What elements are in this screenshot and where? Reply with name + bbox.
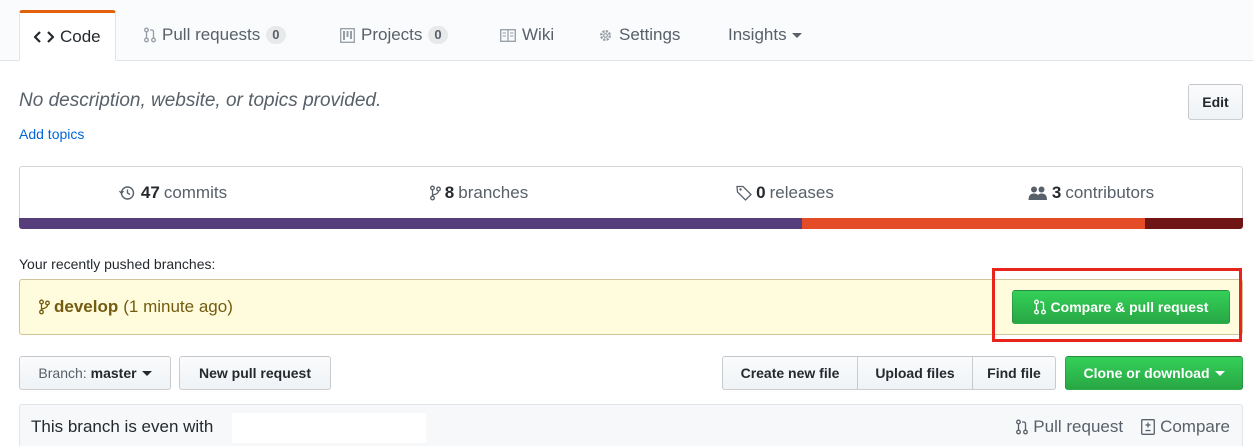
tag-icon bbox=[736, 185, 753, 201]
branch-prefix-label: Branch: bbox=[38, 365, 87, 381]
gear-icon bbox=[598, 28, 613, 43]
branch-select-button[interactable]: Branch: master bbox=[19, 356, 171, 390]
history-icon bbox=[118, 185, 135, 201]
clone-download-label: Clone or download bbox=[1083, 365, 1210, 381]
clone-download-button[interactable]: Clone or download bbox=[1065, 356, 1243, 390]
code-icon bbox=[34, 30, 54, 44]
branches-count: 8 bbox=[444, 183, 455, 202]
projects-counter: 0 bbox=[428, 26, 448, 44]
pull-requests-counter: 0 bbox=[266, 26, 286, 44]
tab-settings-label: Settings bbox=[619, 25, 681, 44]
add-topics-link[interactable]: Add topics bbox=[19, 126, 84, 142]
diff-icon bbox=[1141, 419, 1156, 435]
contributors-link[interactable]: 3 contributors bbox=[938, 167, 1244, 219]
releases-label: releases bbox=[769, 183, 834, 202]
compare-link[interactable]: Compare bbox=[1141, 417, 1230, 437]
edit-button[interactable]: Edit bbox=[1188, 84, 1243, 120]
recent-branches-label: Your recently pushed branches: bbox=[19, 256, 216, 272]
releases-count: 0 bbox=[756, 183, 766, 202]
commits-label: commits bbox=[163, 183, 228, 202]
tab-wiki-label: Wiki bbox=[522, 25, 555, 44]
branch-icon bbox=[429, 185, 441, 201]
project-icon bbox=[340, 27, 355, 43]
branch-status-text: This branch is even with bbox=[31, 417, 214, 436]
chevron-down-icon bbox=[791, 32, 802, 38]
chevron-down-icon bbox=[141, 370, 152, 376]
language-segment[interactable] bbox=[1145, 218, 1243, 229]
tab-pull-requests-label: Pull requests bbox=[162, 25, 261, 44]
commits-count: 47 bbox=[140, 183, 160, 202]
tab-code[interactable]: Code bbox=[19, 10, 116, 61]
pull-request-icon bbox=[1016, 419, 1029, 435]
pull-request-icon bbox=[144, 27, 156, 43]
chevron-down-icon bbox=[1214, 370, 1225, 376]
tab-projects-label: Projects bbox=[361, 25, 423, 44]
releases-link[interactable]: 0 releases bbox=[632, 167, 938, 219]
branches-label: branches bbox=[458, 183, 529, 202]
recent-branch-info: develop (1 minute ago) bbox=[39, 297, 233, 317]
compare-link-label: Compare bbox=[1160, 417, 1230, 436]
tab-insights-label: Insights bbox=[728, 25, 787, 44]
recent-branch-time: (1 minute ago) bbox=[123, 297, 233, 316]
redacted-branch-name bbox=[232, 413, 426, 443]
branch-name-label: master bbox=[90, 365, 137, 381]
tab-code-label: Code bbox=[60, 26, 101, 46]
people-icon bbox=[1028, 186, 1048, 200]
recent-branch-name[interactable]: develop bbox=[54, 297, 118, 317]
branch-status-bar: This branch is even with Pull request Co… bbox=[19, 404, 1243, 446]
branch-status-actions: Pull request Compare bbox=[998, 417, 1230, 437]
tab-settings[interactable]: Settings bbox=[584, 10, 694, 60]
repo-summary: 47 commits 8 branches 0 releases 3 contr… bbox=[19, 166, 1243, 218]
book-icon bbox=[500, 28, 516, 42]
create-new-file-button[interactable]: Create new file bbox=[722, 356, 858, 390]
branch-icon bbox=[39, 299, 50, 315]
tab-insights[interactable]: Insights bbox=[714, 10, 816, 60]
commits-link[interactable]: 47 commits bbox=[20, 167, 326, 219]
pull-request-link-label: Pull request bbox=[1033, 417, 1124, 436]
contributors-count: 3 bbox=[1051, 183, 1062, 202]
branches-link[interactable]: 8 branches bbox=[326, 167, 632, 219]
contributors-label: contributors bbox=[1065, 183, 1155, 202]
find-file-button[interactable]: Find file bbox=[972, 356, 1056, 390]
tab-wiki[interactable]: Wiki bbox=[486, 10, 568, 60]
new-pull-request-button[interactable]: New pull request bbox=[179, 356, 331, 390]
compare-pull-request-button[interactable]: Compare & pull request bbox=[1012, 290, 1230, 324]
upload-files-button[interactable]: Upload files bbox=[857, 356, 973, 390]
language-bar[interactable] bbox=[19, 218, 1243, 229]
language-segment[interactable] bbox=[19, 218, 803, 229]
language-segment[interactable] bbox=[802, 218, 1146, 229]
tab-pull-requests[interactable]: Pull requests 0 bbox=[130, 10, 300, 60]
pull-request-link[interactable]: Pull request bbox=[1016, 417, 1123, 437]
pull-request-icon bbox=[1033, 299, 1046, 315]
compare-pull-request-label: Compare & pull request bbox=[1050, 299, 1209, 315]
repo-nav-tabs: Code Pull requests 0 Projects 0 Wiki Set… bbox=[0, 0, 1253, 61]
repo-description: No description, website, or topics provi… bbox=[19, 90, 382, 111]
tab-projects[interactable]: Projects 0 bbox=[326, 10, 462, 60]
